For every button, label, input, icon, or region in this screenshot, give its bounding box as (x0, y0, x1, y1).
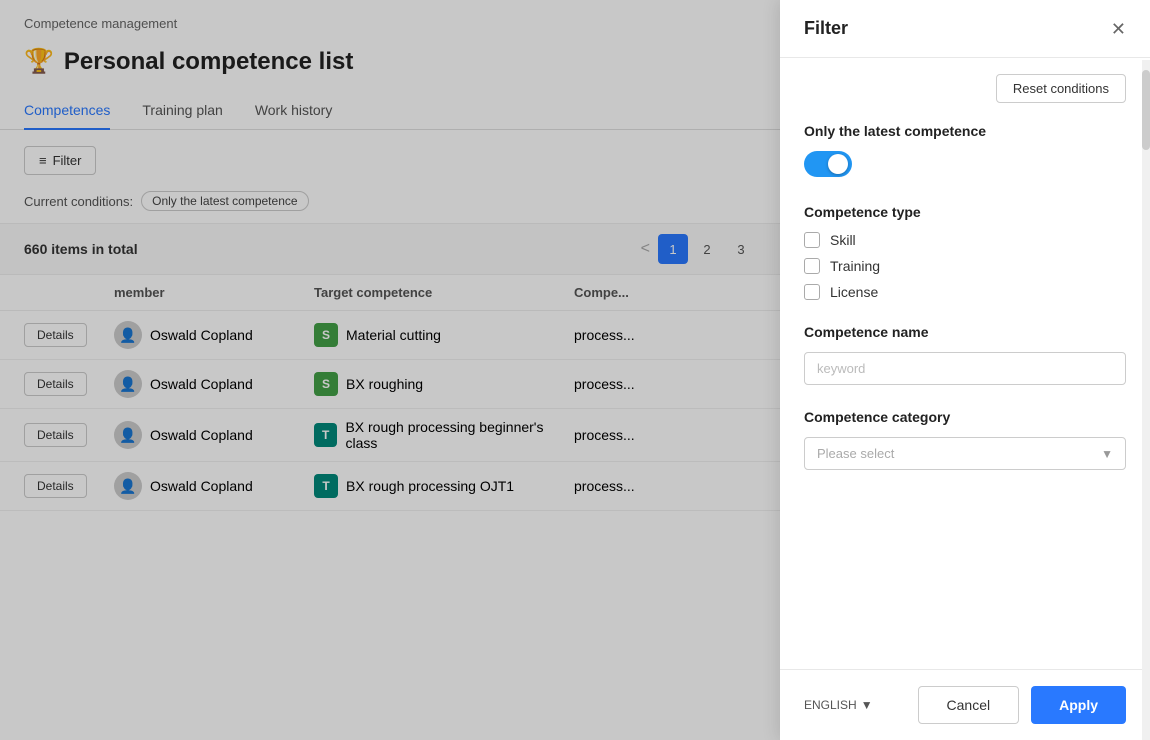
chevron-down-icon: ▼ (1101, 447, 1113, 461)
competence-type-section: Competence type Skill Training License (804, 204, 1126, 300)
competence-name-input[interactable] (804, 352, 1126, 385)
apply-button[interactable]: Apply (1031, 686, 1126, 724)
reset-btn-row: Reset conditions (804, 74, 1126, 103)
language-label: ENGLISH (804, 698, 857, 712)
toggle-thumb (828, 154, 848, 174)
competence-type-title: Competence type (804, 204, 1126, 220)
reset-conditions-button[interactable]: Reset conditions (996, 74, 1126, 103)
competence-category-placeholder: Please select (817, 446, 894, 461)
filter-panel: Filter ✕ Reset conditions Only the lates… (780, 0, 1150, 740)
checkbox-label-training: Training (830, 258, 880, 274)
checkbox-box-training (804, 258, 820, 274)
checkbox-skill[interactable]: Skill (804, 232, 1126, 248)
competence-category-dropdown[interactable]: Please select ▼ (804, 437, 1126, 470)
competence-category-section: Competence category Please select ▼ (804, 409, 1126, 470)
language-chevron-icon: ▼ (861, 698, 873, 712)
latest-competence-toggle[interactable] (804, 151, 852, 177)
competence-category-title: Competence category (804, 409, 1126, 425)
latest-competence-title: Only the latest competence (804, 123, 1126, 139)
toggle-track (804, 151, 852, 177)
checkbox-training[interactable]: Training (804, 258, 1126, 274)
competence-name-title: Competence name (804, 324, 1126, 340)
filter-title: Filter (804, 18, 848, 39)
checkbox-box-license (804, 284, 820, 300)
filter-body: Reset conditions Only the latest compete… (780, 58, 1150, 669)
cancel-button[interactable]: Cancel (918, 686, 1020, 724)
close-filter-button[interactable]: ✕ (1111, 20, 1126, 38)
scrollbar-thumb[interactable] (1142, 70, 1150, 150)
checkbox-label-skill: Skill (830, 232, 856, 248)
checkbox-box-skill (804, 232, 820, 248)
filter-footer: ENGLISH ▼ Cancel Apply (780, 669, 1150, 740)
checkbox-license[interactable]: License (804, 284, 1126, 300)
latest-competence-section: Only the latest competence (804, 123, 1126, 180)
competence-type-checkboxes: Skill Training License (804, 232, 1126, 300)
footer-buttons: Cancel Apply (918, 686, 1126, 724)
filter-header: Filter ✕ (780, 0, 1150, 58)
language-selector[interactable]: ENGLISH ▼ (804, 698, 873, 712)
checkbox-label-license: License (830, 284, 878, 300)
scrollbar-track (1142, 60, 1150, 740)
competence-name-section: Competence name (804, 324, 1126, 385)
